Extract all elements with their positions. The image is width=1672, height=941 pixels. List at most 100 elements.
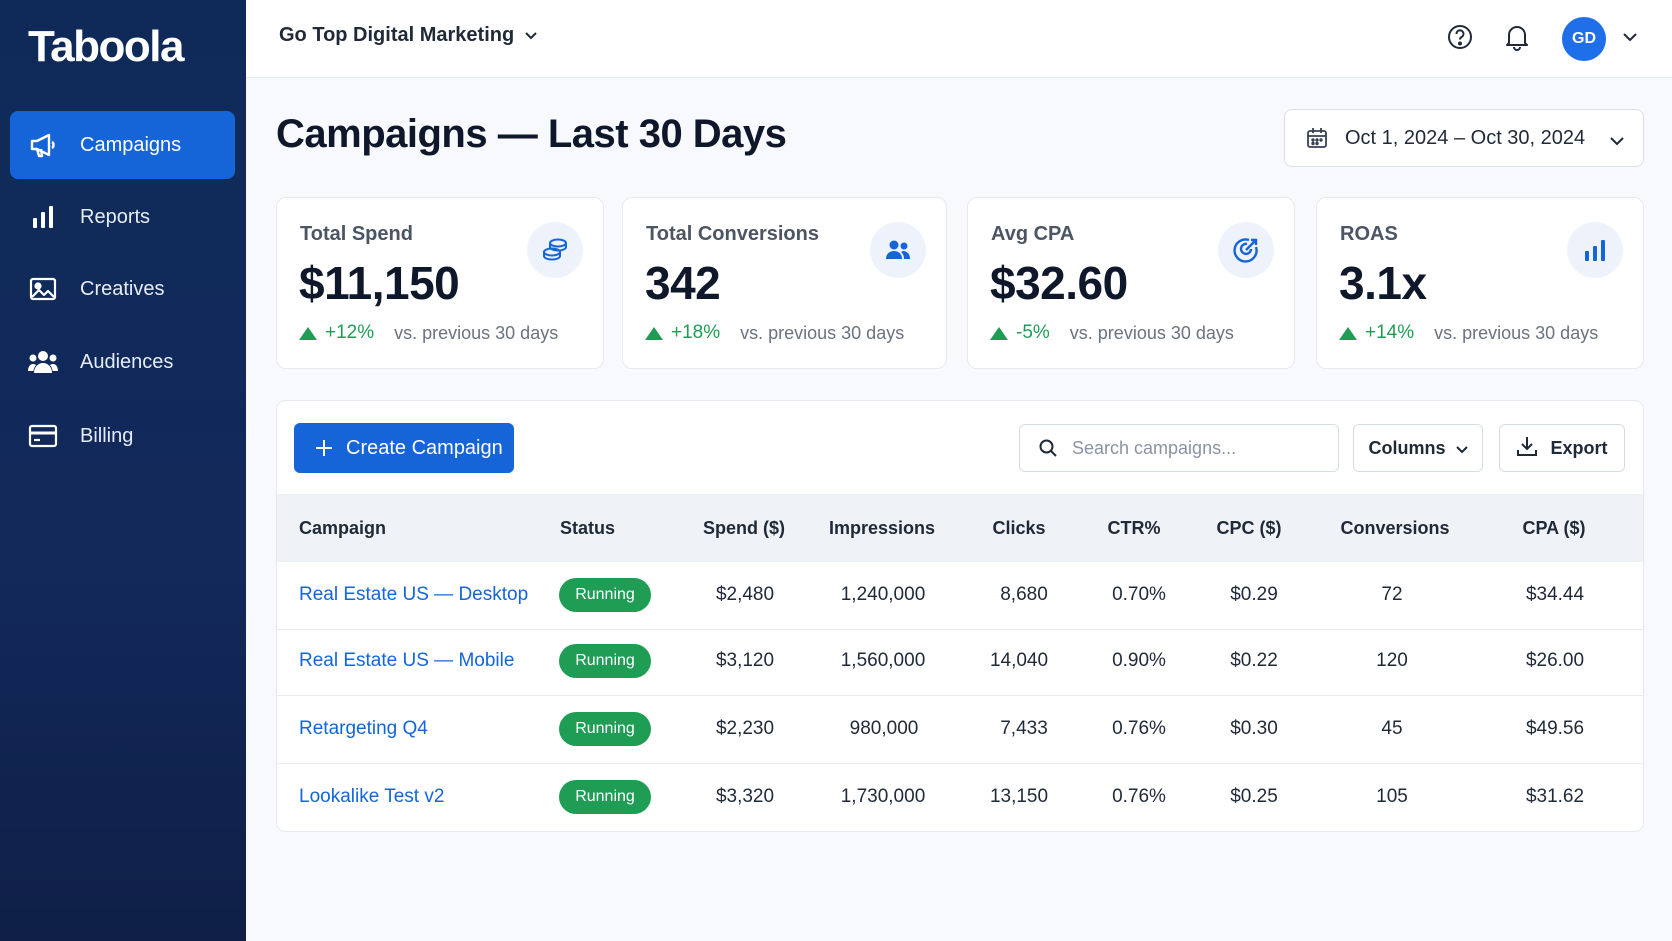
kpi-card-roas: ROAS 3.1x +14% vs. previous 30 days [1316, 197, 1644, 369]
conversions-cell: 105 [1376, 786, 1408, 807]
ctr-cell: 0.76% [1112, 718, 1166, 739]
sidebar-item-label: Campaigns [80, 133, 182, 156]
column-header-cpc[interactable]: CPC ($) [1216, 518, 1281, 539]
users-icon [28, 347, 58, 377]
bell-icon[interactable] [1502, 22, 1532, 52]
column-header-status[interactable]: Status [560, 518, 615, 539]
impressions-cell: 1,730,000 [840, 786, 926, 807]
clicks-cell: 7,433 [1000, 718, 1048, 739]
taboola-logo[interactable]: Taboola [28, 22, 184, 72]
kpi-delta: +18% vs. previous 30 days [645, 322, 904, 344]
export-button[interactable]: Export [1499, 424, 1625, 472]
kpi-delta-percent: +14% [1365, 322, 1415, 343]
kpi-value: $32.60 [990, 257, 1128, 309]
ctr-cell: 0.76% [1112, 786, 1166, 807]
impressions-cell: 1,560,000 [840, 650, 926, 671]
status-badge: Running [559, 644, 651, 678]
campaign-name-link[interactable]: Real Estate US — Desktop [299, 584, 528, 606]
target-icon [1218, 222, 1274, 278]
credit-card-icon [28, 421, 58, 451]
kpi-value: 3.1x [1339, 257, 1427, 309]
cpa-cell: $34.44 [1525, 584, 1585, 605]
columns-label: Columns [1368, 437, 1446, 458]
kpi-label: Avg CPA [991, 223, 1075, 245]
kpi-delta: +14% vs. previous 30 days [1339, 322, 1598, 344]
date-range-text: Oct 1, 2024 – Oct 30, 2024 [1345, 126, 1586, 149]
spend-cell: $3,320 [715, 786, 775, 807]
kpi-value: $11,150 [299, 257, 460, 309]
help-icon[interactable] [1445, 22, 1475, 52]
table-header: Campaign Status Spend ($) Impressions Cl… [277, 494, 1643, 562]
table-row[interactable]: Retargeting Q4 Running $2,230 980,000 7,… [277, 696, 1643, 764]
avatar[interactable]: GD [1562, 17, 1606, 61]
kpi-delta-percent: +18% [671, 322, 721, 343]
sidebar-item-billing[interactable]: Billing [10, 402, 235, 470]
clicks-cell: 13,150 [989, 786, 1049, 807]
column-header-clicks[interactable]: Clicks [992, 518, 1045, 539]
impressions-cell: 1,240,000 [840, 584, 926, 605]
kpi-label: Total Spend [300, 223, 413, 245]
sidebar-item-reports[interactable]: Reports [10, 183, 235, 251]
search-icon [1038, 438, 1058, 458]
coins-icon [527, 222, 583, 278]
search-box[interactable] [1019, 424, 1339, 472]
account-switcher[interactable]: Go Top Digital Marketing [279, 24, 538, 47]
campaign-name-link[interactable]: Real Estate US — Mobile [299, 650, 514, 672]
conversions-cell: 45 [1381, 718, 1403, 739]
kpi-card-total-spend: Total Spend $11,150 +12% vs. previous 30… [276, 197, 604, 369]
date-range-picker[interactable]: Oct 1, 2024 – Oct 30, 2024 [1284, 109, 1644, 167]
sidebar-item-campaigns[interactable]: Campaigns [10, 111, 235, 179]
chevron-down-icon [524, 24, 538, 47]
search-input[interactable] [1072, 437, 1332, 459]
table-row[interactable]: Real Estate US — Desktop Running $2,480 … [277, 562, 1643, 630]
table-row[interactable]: Lookalike Test v2 Running $3,320 1,730,0… [277, 764, 1643, 831]
columns-button[interactable]: Columns [1353, 424, 1483, 472]
kpi-card-avg-cpa: Avg CPA $32.60 -5% vs. previous 30 days [967, 197, 1295, 369]
page-title: Campaigns — Last 30 Days [276, 112, 787, 156]
status-badge: Running [559, 712, 651, 746]
cpa-cell: $31.62 [1525, 786, 1585, 807]
kpi-card-total-conversions: Total Conversions 342 +18% vs. previous … [622, 197, 947, 369]
sidebar-item-audiences[interactable]: Audiences [10, 328, 235, 396]
plus-icon [314, 438, 334, 458]
kpi-delta-percent: -5% [1016, 322, 1050, 343]
clicks-cell: 8,680 [1000, 584, 1048, 605]
conversions-cell: 72 [1381, 584, 1403, 605]
trend-up-icon [645, 326, 663, 340]
column-header-conversions[interactable]: Conversions [1340, 518, 1449, 539]
status-badge: Running [559, 780, 651, 814]
account-name: Go Top Digital Marketing [279, 24, 515, 46]
create-campaign-button[interactable]: Create Campaign [294, 423, 514, 473]
ctr-cell: 0.70% [1112, 584, 1166, 605]
column-header-cpa[interactable]: CPA ($) [1523, 518, 1586, 539]
sidebar-item-label: Audiences [80, 350, 174, 373]
column-header-spend[interactable]: Spend ($) [703, 518, 785, 539]
sidebar-item-label: Reports [80, 205, 151, 228]
users-icon [870, 222, 926, 278]
cpa-cell: $26.00 [1525, 650, 1585, 671]
chevron-down-icon[interactable] [1615, 22, 1645, 52]
kpi-comparison: vs. previous 30 days [740, 322, 905, 343]
campaign-name-link[interactable]: Retargeting Q4 [299, 718, 428, 740]
bar-chart-icon [1567, 222, 1623, 278]
sidebar-item-creatives[interactable]: Creatives [10, 255, 235, 323]
ctr-cell: 0.90% [1112, 650, 1166, 671]
column-header-campaign[interactable]: Campaign [299, 518, 386, 539]
kpi-delta: -5% vs. previous 30 days [990, 322, 1234, 344]
kpi-label: ROAS [1340, 223, 1398, 245]
sidebar-item-label: Billing [80, 424, 134, 447]
cpc-cell: $0.25 [1230, 786, 1278, 807]
bar-chart-icon [28, 202, 58, 232]
kpi-label: Total Conversions [646, 223, 819, 245]
trend-up-icon [299, 326, 317, 340]
megaphone-icon [28, 130, 58, 160]
cpc-cell: $0.30 [1230, 718, 1278, 739]
campaign-name-link[interactable]: Lookalike Test v2 [299, 786, 444, 808]
column-header-ctr[interactable]: CTR% [1108, 518, 1161, 539]
cpc-cell: $0.22 [1230, 650, 1278, 671]
column-header-impressions[interactable]: Impressions [829, 518, 935, 539]
spend-cell: $2,230 [715, 718, 775, 739]
cpc-cell: $0.29 [1230, 584, 1278, 605]
kpi-delta: +12% vs. previous 30 days [299, 322, 558, 344]
table-row[interactable]: Real Estate US — Mobile Running $3,120 1… [277, 628, 1643, 696]
